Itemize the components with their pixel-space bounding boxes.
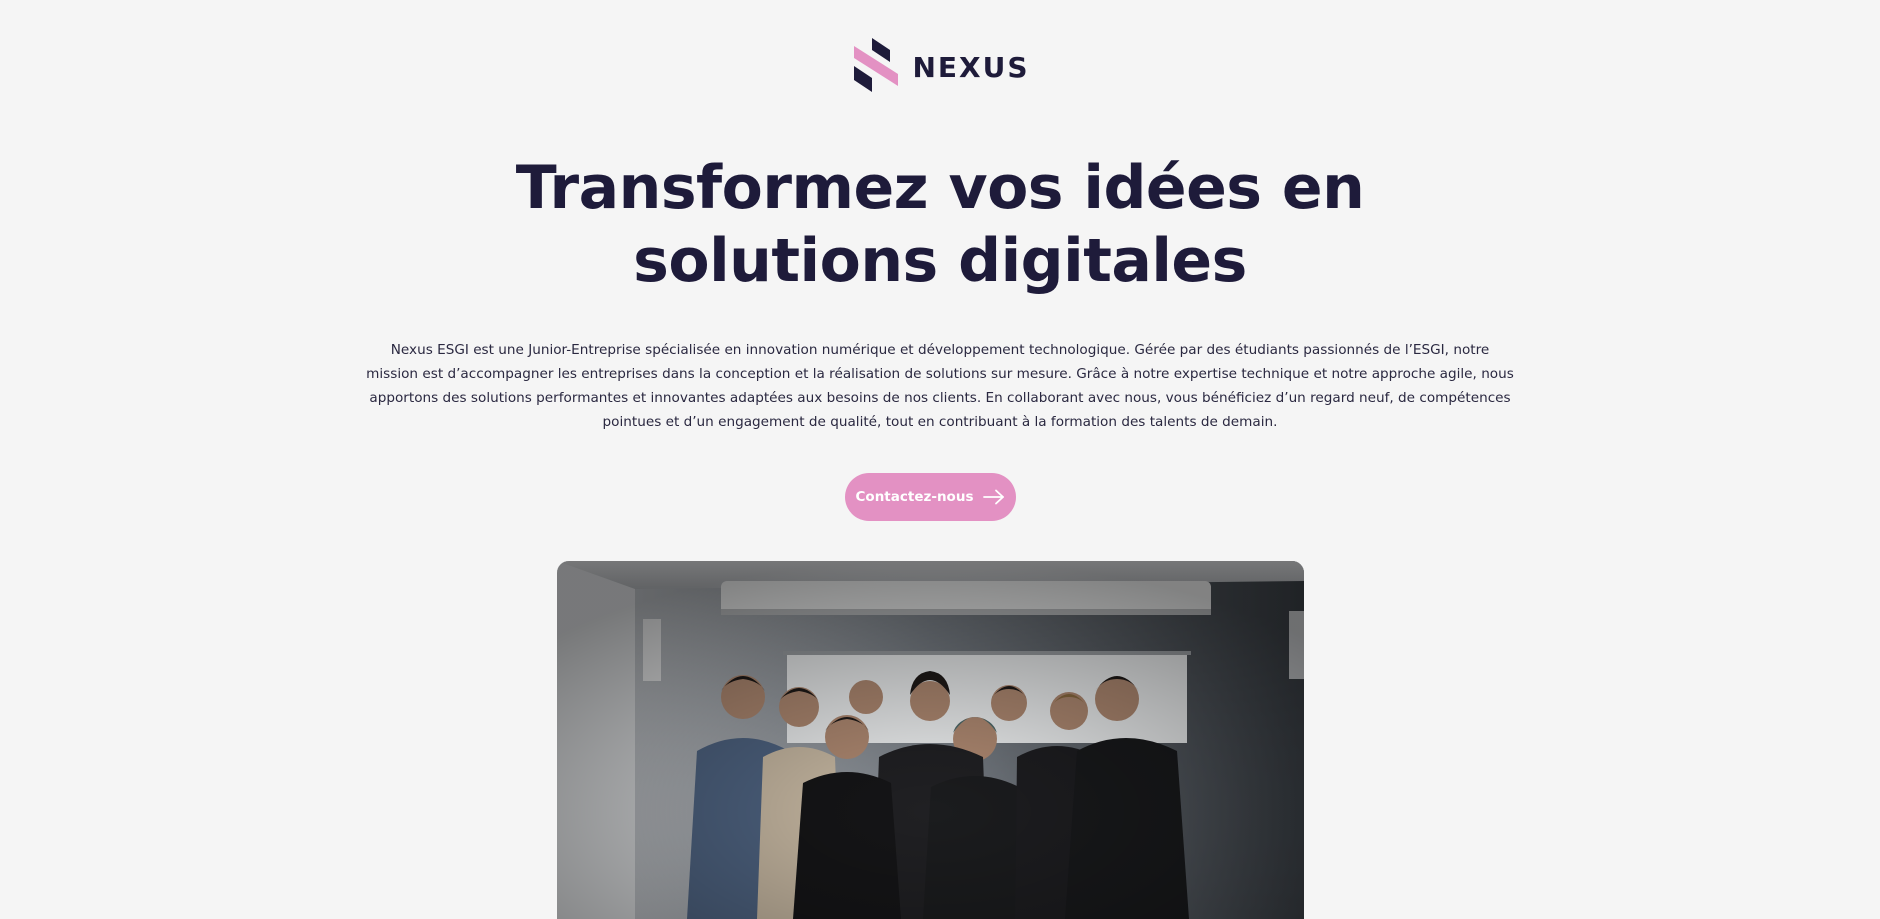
arrow-right-icon <box>983 489 1005 505</box>
team-photo <box>557 561 1304 919</box>
hero-title-line-2: solutions digitales <box>633 226 1247 296</box>
team-photo-illustration <box>557 561 1304 919</box>
contact-us-button[interactable]: Contactez-nous <box>845 473 1016 521</box>
hero-description: Nexus ESGI est une Junior-Entreprise spé… <box>366 342 1514 430</box>
nexus-logo-icon <box>854 38 899 92</box>
page: NEXUS Transformez vos idées en solutions… <box>0 0 1880 919</box>
hero-title: Transformez vos idées en solutions digit… <box>440 152 1440 298</box>
hero-title-line-1: Transformez vos idées en <box>515 153 1365 223</box>
contact-us-label: Contactez-nous <box>855 489 974 505</box>
site-logo[interactable]: NEXUS <box>0 36 1880 94</box>
logo-wordmark: NEXUS <box>912 50 1030 84</box>
